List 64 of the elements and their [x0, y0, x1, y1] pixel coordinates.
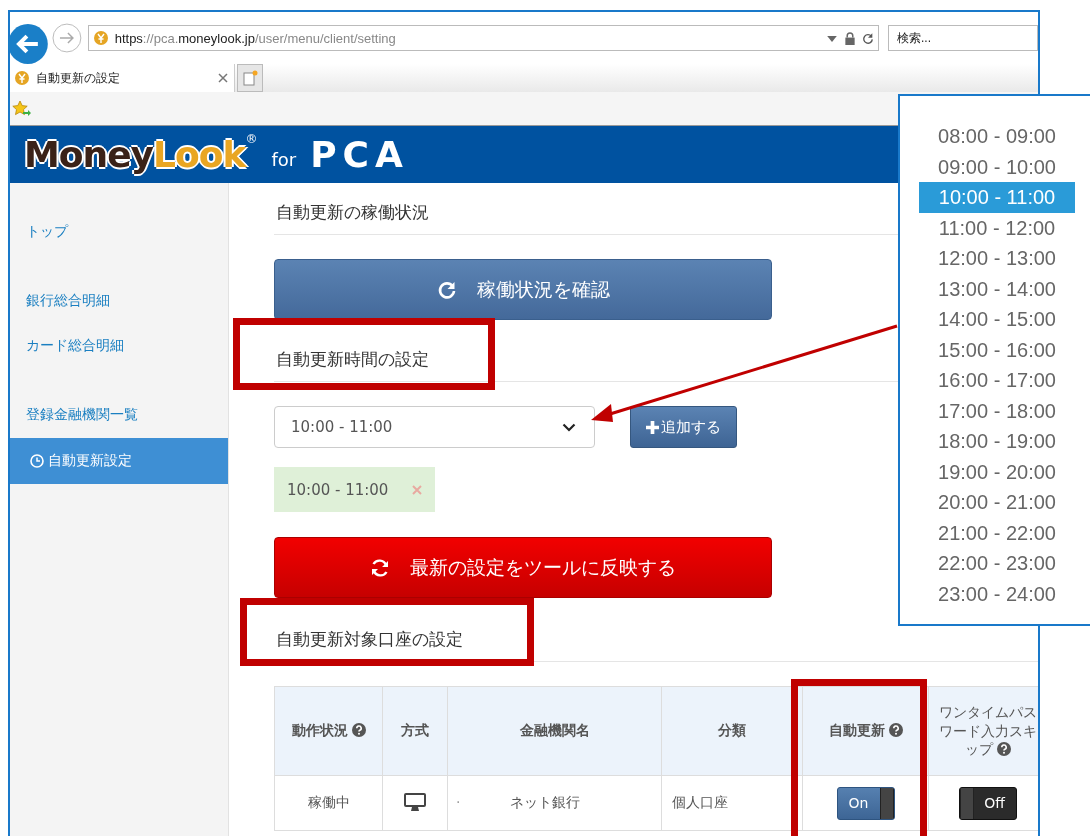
address-bar[interactable]: https://pca.moneylook.jp/user/menu/client/setting: [87, 25, 879, 51]
dropdown-option[interactable]: 18:00 - 19:00: [919, 426, 1075, 457]
browser-tab[interactable]: 自動更新の設定: [10, 64, 235, 92]
for-text: for: [271, 149, 297, 170]
sidebar-item[interactable]: 自動更新設定: [10, 438, 228, 484]
chip-label: 10:00 - 11:00: [287, 480, 389, 499]
chevron-down-icon: [562, 422, 576, 432]
sidebar-item[interactable]: 登録金融機関一覧: [10, 392, 228, 438]
dropdown-option[interactable]: 21:00 - 22:00: [919, 517, 1075, 548]
site-icon: [92, 30, 109, 46]
lock-icon: [844, 31, 856, 45]
dropdown-option[interactable]: 14:00 - 15:00: [919, 304, 1075, 335]
column-header: 動作状況: [274, 686, 383, 776]
close-icon[interactable]: [218, 73, 228, 83]
sync-icon: [370, 557, 390, 578]
site-icon: [14, 70, 30, 86]
column-header: 分類: [661, 686, 803, 776]
dropdown-option[interactable]: 17:00 - 18:00: [919, 395, 1075, 426]
dropdown-option[interactable]: 22:00 - 23:00: [919, 548, 1075, 579]
time-select[interactable]: 10:00 - 11:00: [274, 406, 595, 448]
help-icon[interactable]: [351, 723, 366, 737]
toggle-switch[interactable]: On: [836, 786, 895, 820]
dropdown-option[interactable]: 23:00 - 24:00: [919, 578, 1075, 609]
sidebar-label: 銀行総合明細: [26, 292, 110, 310]
url-text: https://pca.moneylook.jp/user/menu/client/setting: [114, 30, 397, 46]
dropdown-option[interactable]: 12:00 - 13:00: [919, 243, 1075, 274]
refresh-icon: [436, 279, 457, 300]
plus-icon: [646, 420, 659, 434]
back-button[interactable]: [8, 24, 48, 64]
column-header: ワンタイムパスワード入力スキップ: [928, 686, 1038, 776]
check-status-button[interactable]: 稼働状況を確認: [274, 259, 772, 320]
column-header: 方式: [382, 686, 448, 776]
help-icon[interactable]: [888, 723, 903, 737]
search-field[interactable]: 検索...: [888, 25, 1038, 51]
sidebar-label: 自動更新設定: [48, 452, 132, 470]
dropdown-option[interactable]: 08:00 - 09:00: [919, 121, 1075, 152]
toggle-switch[interactable]: Off: [958, 786, 1017, 820]
registered-mark: ®: [245, 132, 258, 146]
column-header: 金融機関名: [447, 686, 662, 776]
clock-icon: [30, 454, 44, 468]
new-page-icon: [242, 70, 258, 86]
sidebar-label: カード総合明細: [26, 337, 124, 355]
bank-mark: ·: [456, 794, 461, 810]
sidebar-item[interactable]: トップ: [10, 209, 228, 255]
sidebar-label: 登録金融機関一覧: [26, 406, 138, 424]
table-cell: 個人口座: [661, 775, 803, 831]
brand-text: PCA: [310, 134, 409, 175]
sidebar-item[interactable]: カード総合明細: [10, 323, 228, 369]
dropdown-option[interactable]: 13:00 - 14:00: [919, 273, 1075, 304]
logo-text[interactable]: MoneyLook: [24, 134, 246, 175]
tab-title: 自動更新の設定: [36, 69, 121, 87]
apply-settings-button[interactable]: 最新の設定をツールに反映する: [274, 537, 772, 598]
table-cell: 稼働中: [274, 775, 383, 831]
refresh-icon[interactable]: [862, 31, 874, 45]
dropdown-option[interactable]: 10:00 - 11:00: [919, 182, 1075, 213]
dropdown-option[interactable]: 09:00 - 10:00: [919, 151, 1075, 182]
sidebar-label: トップ: [26, 223, 68, 241]
favorites-star-icon[interactable]: [12, 99, 32, 118]
dropdown-option[interactable]: 19:00 - 20:00: [919, 456, 1075, 487]
table-cell: ネット銀行: [510, 794, 581, 810]
dropdown-option[interactable]: 20:00 - 21:00: [919, 487, 1075, 518]
sidebar-item[interactable]: 銀行総合明細: [10, 278, 228, 324]
add-button[interactable]: 追加する: [630, 406, 737, 448]
help-icon[interactable]: [996, 742, 1011, 757]
